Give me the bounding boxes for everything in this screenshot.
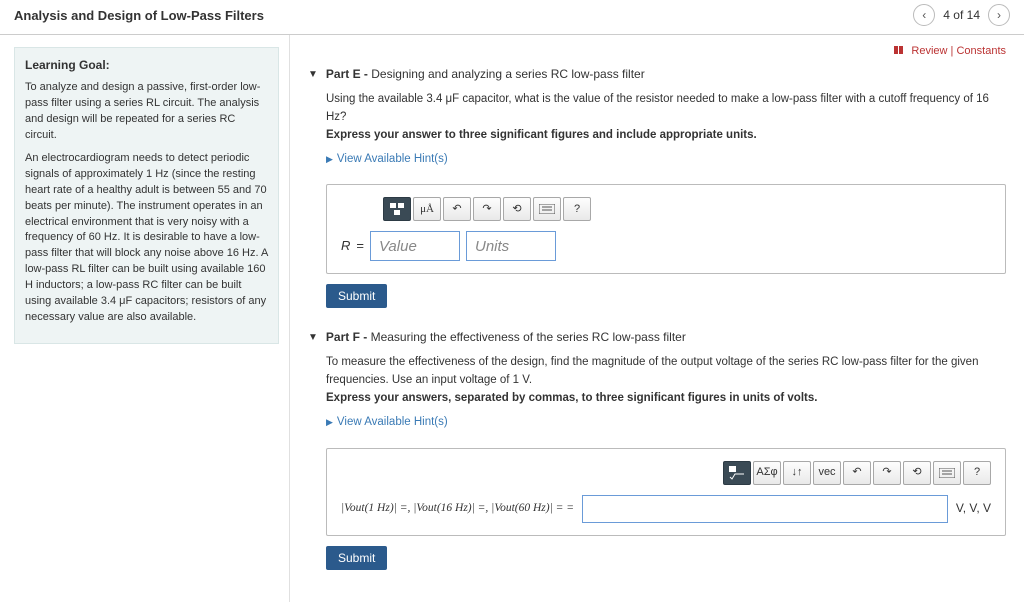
reset-button[interactable]: ⟲	[903, 461, 931, 485]
redo-button[interactable]: ↷	[873, 461, 901, 485]
greek-button[interactable]: ΑΣφ	[753, 461, 781, 485]
part-f-units: V, V, V	[956, 499, 991, 518]
part-e-prompt: Using the available 3.4 μF capacitor, wh…	[326, 91, 1006, 127]
header: Analysis and Design of Low-Pass Filters …	[0, 0, 1024, 35]
part-e-hints-link[interactable]: View Available Hint(s)	[326, 151, 448, 169]
part-f-answer-box: ΑΣφ ↓↑ vec ↶ ↷ ⟲ ? |Vo	[326, 448, 1006, 536]
help-button[interactable]: ?	[963, 461, 991, 485]
templates-button[interactable]	[383, 197, 411, 221]
value-input[interactable]: Value	[370, 231, 460, 261]
page-title: Analysis and Design of Low-Pass Filters	[14, 8, 264, 23]
learning-goal-box: Learning Goal: To analyze and design a p…	[14, 47, 279, 344]
sqrt-icon	[729, 466, 745, 480]
part-e: ▼ Part E - Designing and analyzing a ser…	[308, 67, 1006, 308]
part-e-toolbar: μÅ ↶ ↷ ⟲ ?	[383, 197, 591, 221]
page-position: 4 of 14	[943, 8, 980, 22]
part-e-instr: Express your answer to three significant…	[326, 127, 1006, 145]
redo-button[interactable]: ↷	[473, 197, 501, 221]
learning-goal-p1: To analyze and design a passive, first-o…	[25, 80, 268, 144]
next-button[interactable]: ›	[988, 4, 1010, 26]
sidebar: Learning Goal: To analyze and design a p…	[0, 35, 290, 602]
equals-label: =	[356, 236, 364, 256]
part-f-value-input[interactable]	[582, 495, 948, 523]
part-f-submit-button[interactable]: Submit	[326, 546, 387, 570]
keyboard-button[interactable]	[533, 197, 561, 221]
constants-link[interactable]: Constants	[956, 45, 1006, 57]
part-f-prompt: To measure the effectiveness of the desi…	[326, 354, 1006, 390]
part-e-title: Part E - Designing and analyzing a serie…	[326, 67, 645, 81]
content: Review | Constants ▼ Part E - Designing …	[290, 35, 1024, 602]
help-button[interactable]: ?	[563, 197, 591, 221]
undo-button[interactable]: ↶	[843, 461, 871, 485]
part-f-hints-link[interactable]: View Available Hint(s)	[326, 414, 448, 432]
units-input[interactable]: Units	[466, 231, 556, 261]
sqrt-button[interactable]	[723, 461, 751, 485]
collapse-icon[interactable]: ▼	[308, 332, 318, 343]
part-f-toolbar: ΑΣφ ↓↑ vec ↶ ↷ ⟲ ?	[723, 461, 991, 485]
keyboard-button[interactable]	[933, 461, 961, 485]
learning-goal-title: Learning Goal:	[25, 58, 268, 72]
part-e-submit-button[interactable]: Submit	[326, 284, 387, 308]
prev-button[interactable]: ‹	[913, 4, 935, 26]
part-f-title: Part F - Measuring the effectiveness of …	[326, 330, 686, 344]
keyboard-icon	[939, 468, 955, 478]
review-link[interactable]: Review	[911, 45, 947, 57]
collapse-icon[interactable]: ▼	[308, 69, 318, 80]
templates-icon	[390, 203, 404, 215]
part-f-lhs: |Vout(1 Hz)| =, |Vout(16 Hz)| =, |Vout(6…	[341, 500, 574, 518]
part-e-answer-box: μÅ ↶ ↷ ⟲ ? R = Value Units	[326, 184, 1006, 274]
keyboard-icon	[539, 204, 555, 214]
units-button[interactable]: μÅ	[413, 197, 441, 221]
reset-button[interactable]: ⟲	[503, 197, 531, 221]
learning-goal-p2: An electrocardiogram needs to detect per…	[25, 151, 268, 326]
top-links: Review | Constants	[308, 45, 1006, 57]
vec-button[interactable]: vec	[813, 461, 841, 485]
part-f: ▼ Part F - Measuring the effectiveness o…	[308, 330, 1006, 569]
page-nav: ‹ 4 of 14 ›	[913, 4, 1010, 26]
updown-button[interactable]: ↓↑	[783, 461, 811, 485]
review-icon	[894, 45, 904, 57]
undo-button[interactable]: ↶	[443, 197, 471, 221]
variable-label: R	[341, 236, 350, 256]
part-f-instr: Express your answers, separated by comma…	[326, 390, 1006, 408]
